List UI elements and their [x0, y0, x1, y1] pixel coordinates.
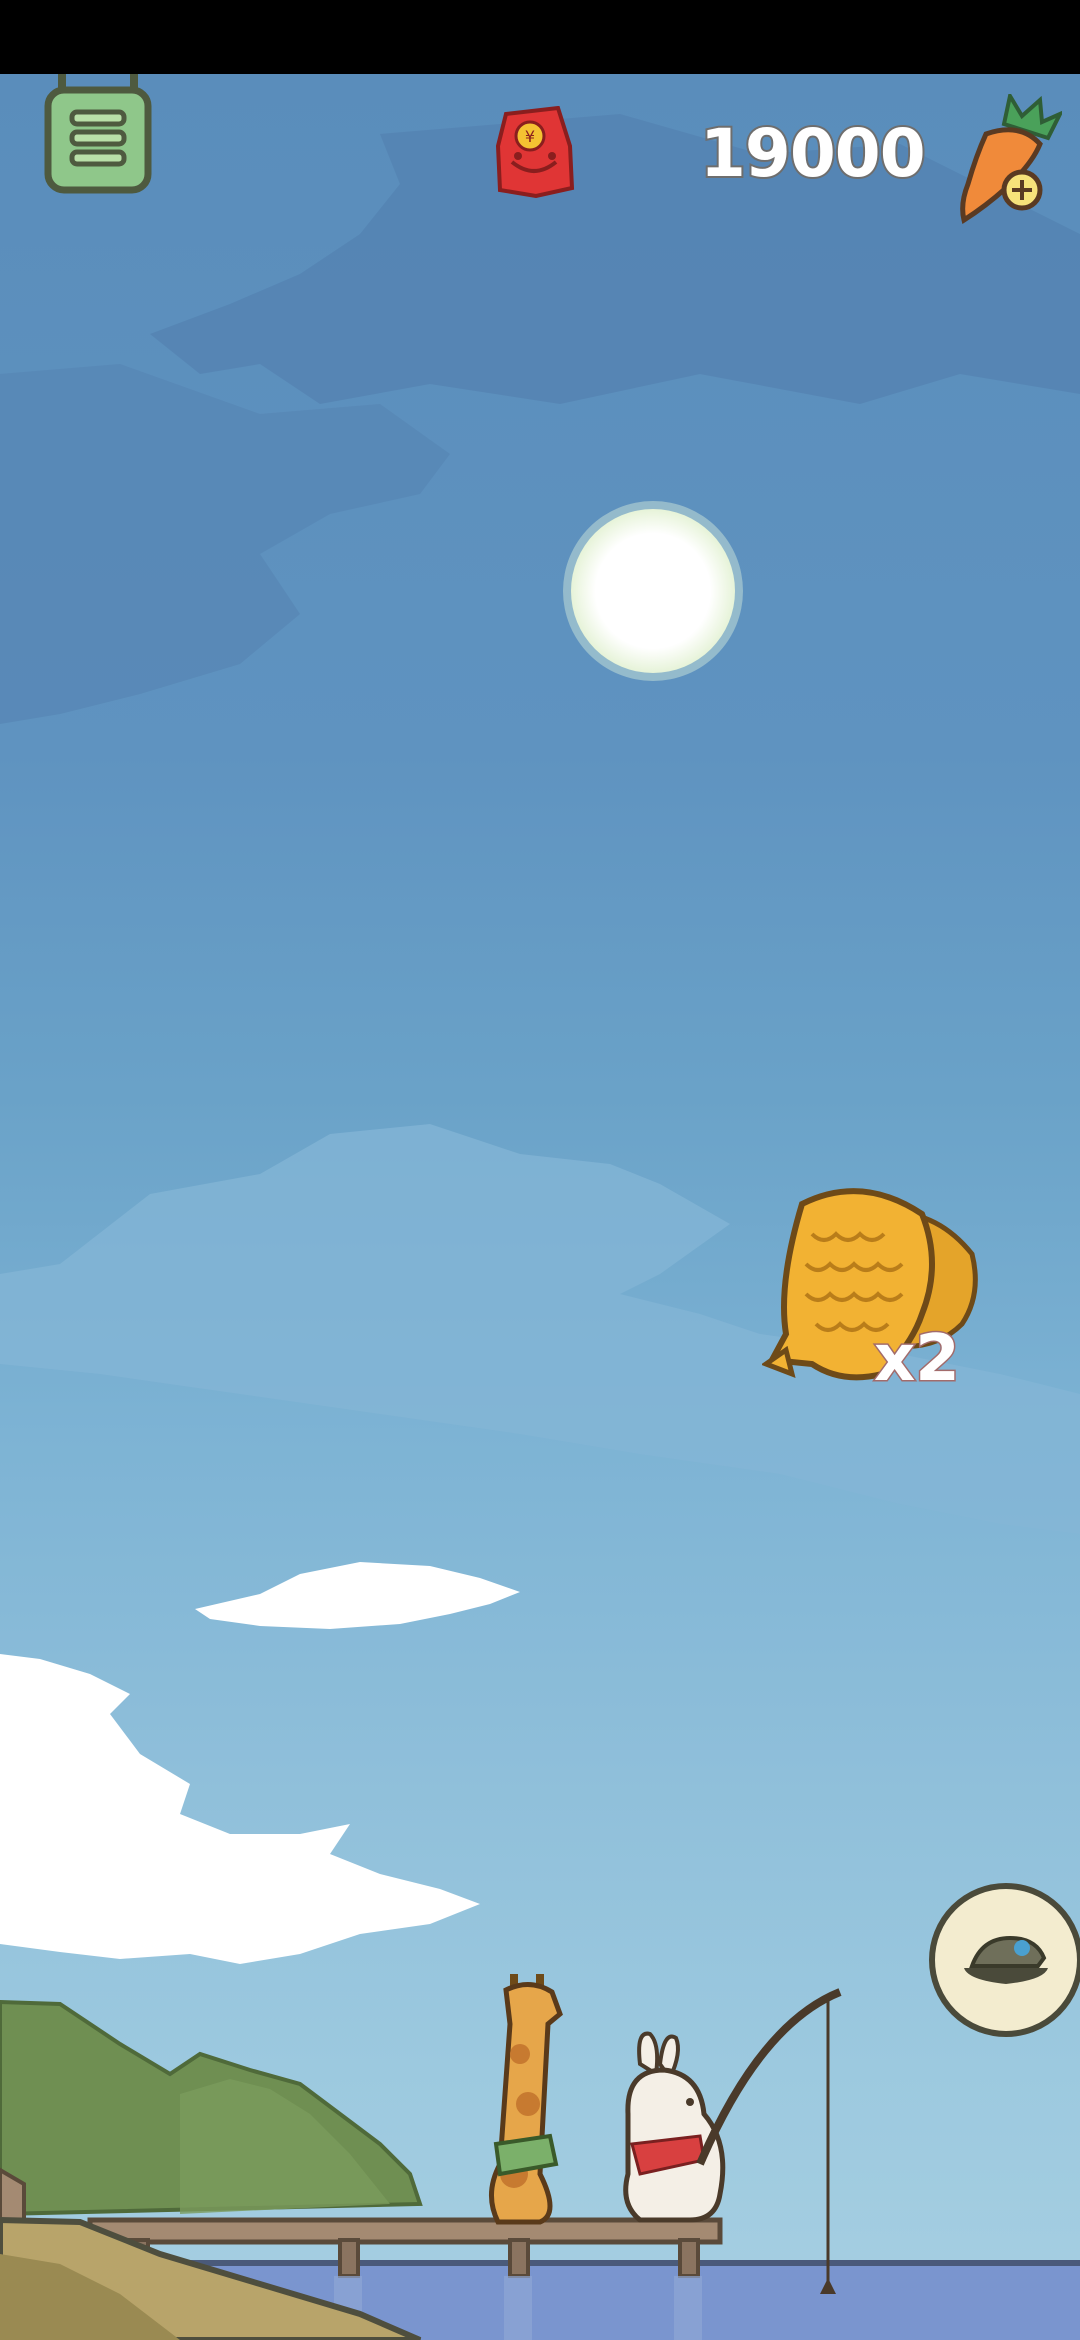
moon: [563, 501, 743, 681]
white-cloud-small: [195, 1562, 520, 1629]
dark-cloud-top: [150, 114, 1080, 404]
carrot-count: 19000: [698, 113, 928, 194]
fishing-rod: [696, 1988, 842, 2166]
giraffe-character: [489, 1974, 563, 2225]
menu-list-icon: [44, 74, 152, 194]
carrot-add-button[interactable]: [950, 94, 1062, 224]
moneybag-button[interactable]: ¥: [492, 106, 578, 198]
bunny-character: [623, 2031, 726, 2223]
svg-text:¥: ¥: [525, 127, 535, 146]
bait-button[interactable]: [926, 1880, 1080, 2040]
menu-button[interactable]: [44, 74, 152, 194]
status-bar: [0, 0, 1080, 74]
red-moneybag-icon: ¥: [495, 106, 575, 198]
dark-cloud-left: [0, 364, 450, 724]
catch-quantity: x2: [873, 1321, 962, 1398]
bait-bowl-icon: [929, 1883, 1080, 2037]
game-scene[interactable]: ¥ 19000 x2: [0, 74, 1080, 2340]
carrot-add-icon: [960, 94, 1062, 224]
pier-deck: [87, 2217, 723, 2245]
pier-scene: [0, 1974, 1080, 2340]
